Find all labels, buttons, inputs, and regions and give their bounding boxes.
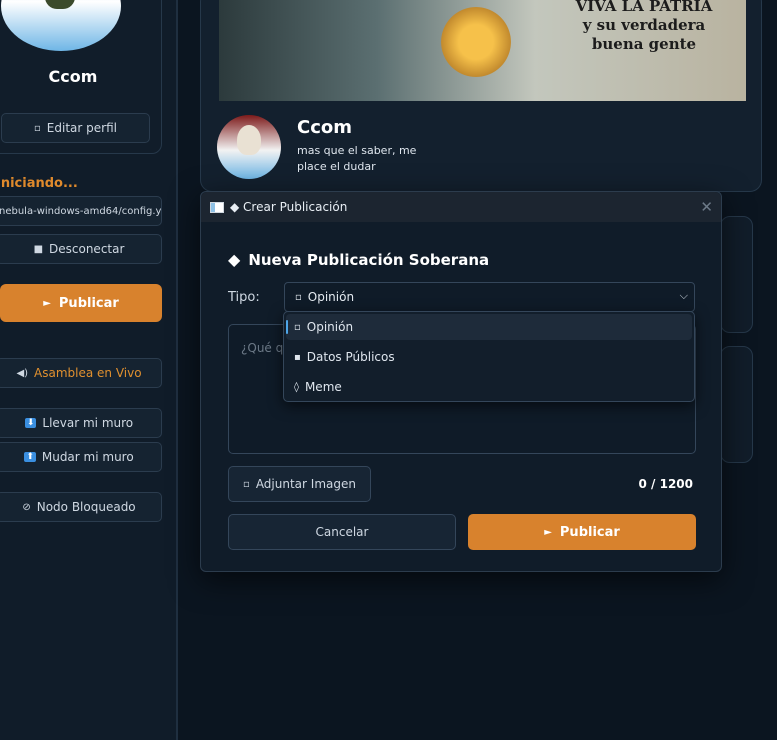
- edit-profile-label: Editar perfil: [46, 121, 117, 135]
- dialog-heading: ◆ Nueva Publicación Soberana: [228, 250, 489, 269]
- take-wall-label: Llevar mi muro: [42, 416, 134, 430]
- char-counter: 0 / 1200: [638, 477, 694, 491]
- square-outline-icon: ▫: [295, 291, 302, 303]
- live-assembly-label: Asamblea en Vivo: [34, 366, 142, 380]
- profile-name: Ccom: [48, 67, 98, 86]
- move-wall-button[interactable]: ⬆ Mudar mi muro: [0, 442, 162, 472]
- type-option-public-data[interactable]: ▪ Datos Públicos: [286, 344, 692, 370]
- download-icon: ⬇: [24, 418, 37, 428]
- type-selected-value: Opinión: [307, 290, 355, 304]
- banner-line: y su verdadera: [582, 16, 706, 34]
- dialog-heading-text: Nueva Publicación Soberana: [248, 250, 490, 269]
- take-wall-button[interactable]: ⬇ Llevar mi muro: [0, 408, 162, 438]
- image-icon: ▫: [243, 478, 250, 490]
- live-assembly-button[interactable]: ◀) Asamblea en Vivo: [0, 358, 162, 388]
- publish-label: Publicar: [58, 295, 119, 311]
- publish-button[interactable]: ► Publicar: [468, 514, 696, 550]
- config-path-text: nebula-windows-amd64/config.yml: [0, 205, 162, 217]
- background-card: [720, 216, 753, 333]
- type-dropdown-list: ▫ Opinión ▪ Datos Públicos ◊ Meme: [283, 311, 695, 402]
- dialog-titlebar: ◆ Crear Publicación ✕: [201, 192, 721, 222]
- avatar[interactable]: [1, 0, 121, 51]
- connection-status: Iniciando...: [0, 176, 78, 191]
- send-icon: ►: [544, 526, 552, 538]
- move-wall-label: Mudar mi muro: [41, 450, 134, 464]
- chevron-down-icon: ⌵: [679, 289, 688, 302]
- attach-image-label: Adjuntar Imagen: [255, 477, 356, 491]
- profile-header-card: VIVA LA PATRIA y su verdadera buena gent…: [200, 0, 762, 192]
- send-icon: ►: [43, 297, 51, 309]
- type-label: Tipo:: [228, 290, 260, 305]
- type-option-opinion[interactable]: ▫ Opinión: [286, 314, 692, 340]
- banner-line: VIVA LA PATRIA: [575, 0, 713, 15]
- upload-icon: ⬆: [24, 452, 36, 462]
- profile-name: Ccom: [297, 117, 353, 138]
- publish-label: Publicar: [559, 524, 620, 540]
- attach-image-button[interactable]: ▫ Adjuntar Imagen: [228, 466, 371, 502]
- type-option-meme[interactable]: ◊ Meme: [286, 374, 692, 400]
- close-icon[interactable]: ✕: [700, 198, 713, 216]
- sidebar: Ccom ▫ Editar perfil Iniciando... nebula…: [0, 0, 178, 740]
- type-option-label: Meme: [304, 380, 342, 394]
- banner-text: VIVA LA PATRIA y su verdadera buena gent…: [549, 0, 739, 54]
- publish-button-sidebar[interactable]: ► Publicar: [0, 284, 162, 322]
- type-option-label: Opinión: [306, 320, 354, 334]
- diamond-icon: ◆: [228, 250, 241, 269]
- flag-icon: [210, 201, 224, 213]
- type-select[interactable]: ▫ Opinión ⌵: [284, 282, 695, 312]
- megaphone-icon: ◀): [16, 367, 29, 379]
- profile-card: Ccom ▫ Editar perfil: [0, 0, 162, 154]
- node-status-button[interactable]: ⊘ Nodo Bloqueado: [0, 492, 162, 522]
- edit-profile-button[interactable]: ▫ Editar perfil: [1, 113, 150, 143]
- dialog-title: ◆ Crear Publicación: [230, 200, 348, 214]
- disconnect-label: Desconectar: [49, 242, 125, 256]
- profile-bio: mas que el saber, me place el dudar: [297, 144, 417, 173]
- square-filled-icon: ▪: [294, 351, 301, 363]
- cancel-button[interactable]: Cancelar: [228, 514, 456, 550]
- stop-icon: ■: [33, 243, 44, 255]
- cancel-label: Cancelar: [315, 525, 369, 539]
- disconnect-button[interactable]: ■ Desconectar: [0, 234, 162, 264]
- edit-icon: ▫: [34, 122, 41, 134]
- profile-avatar[interactable]: [217, 115, 281, 179]
- background-card: [720, 346, 753, 463]
- banner-line: buena gente: [591, 35, 697, 53]
- textarea-placeholder: ¿Qué q: [241, 341, 284, 355]
- node-status-label: Nodo Bloqueado: [36, 500, 136, 514]
- config-path-field[interactable]: nebula-windows-amd64/config.yml: [0, 196, 162, 226]
- type-option-label: Datos Públicos: [306, 350, 395, 364]
- sun-emblem: [441, 7, 511, 77]
- diamond-outline-icon: ◊: [294, 381, 299, 393]
- blocked-icon: ⊘: [22, 501, 31, 513]
- profile-banner: VIVA LA PATRIA y su verdadera buena gent…: [219, 0, 746, 101]
- square-outline-icon: ▫: [294, 321, 301, 333]
